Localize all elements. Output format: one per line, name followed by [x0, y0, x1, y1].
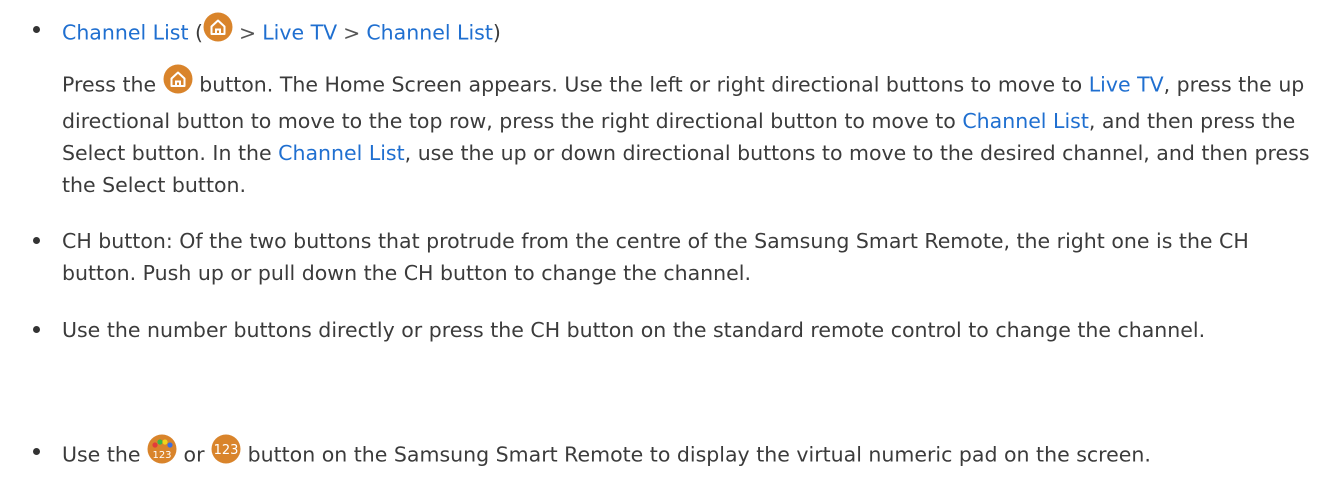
path-open-paren: (	[195, 20, 204, 45]
channel-list-heading: Channel List ( > Live TV > Channel List)	[62, 12, 1322, 53]
live-tv-link[interactable]: Live TV	[262, 21, 337, 45]
body-text: button on the Samsung Smart Remote to di…	[247, 442, 1151, 467]
bullet	[32, 236, 42, 246]
home-icon	[163, 64, 193, 103]
channel-list-link[interactable]: Channel List	[62, 21, 189, 45]
breadcrumb-chevron-icon: >	[239, 20, 257, 45]
svg-text:123: 123	[152, 450, 171, 461]
channel-list-link[interactable]: Channel List	[366, 21, 493, 45]
number-buttons-paragraph: Use the number buttons directly or press…	[62, 318, 1206, 342]
body-text: Use the	[62, 442, 141, 467]
123-icon-label: 123	[214, 443, 239, 458]
live-tv-link[interactable]: Live TV	[1089, 73, 1164, 97]
bullet	[32, 447, 42, 457]
body-text: button. The Home Screen appears. Use the…	[199, 72, 1083, 97]
bullet	[32, 325, 42, 335]
numeric-pad-paragraph: Use the 123 or 123 button on the Samsung…	[62, 434, 1322, 475]
path-close-paren: )	[492, 20, 501, 45]
breadcrumb-chevron-icon: >	[343, 20, 361, 45]
body-text: Press the	[62, 72, 157, 97]
channel-list-link[interactable]: Channel List	[278, 141, 405, 165]
ch-button-paragraph: CH button: Of the two buttons that protr…	[62, 229, 1249, 285]
body-text: or	[183, 442, 205, 467]
channel-list-instructions: Press the button. The Home Screen appear…	[62, 64, 1322, 201]
bullet	[32, 25, 42, 35]
channel-list-link[interactable]: Channel List	[962, 109, 1089, 133]
home-icon	[203, 12, 233, 51]
123-icon: 123	[211, 434, 241, 473]
color-123-icon: 123	[147, 434, 177, 473]
